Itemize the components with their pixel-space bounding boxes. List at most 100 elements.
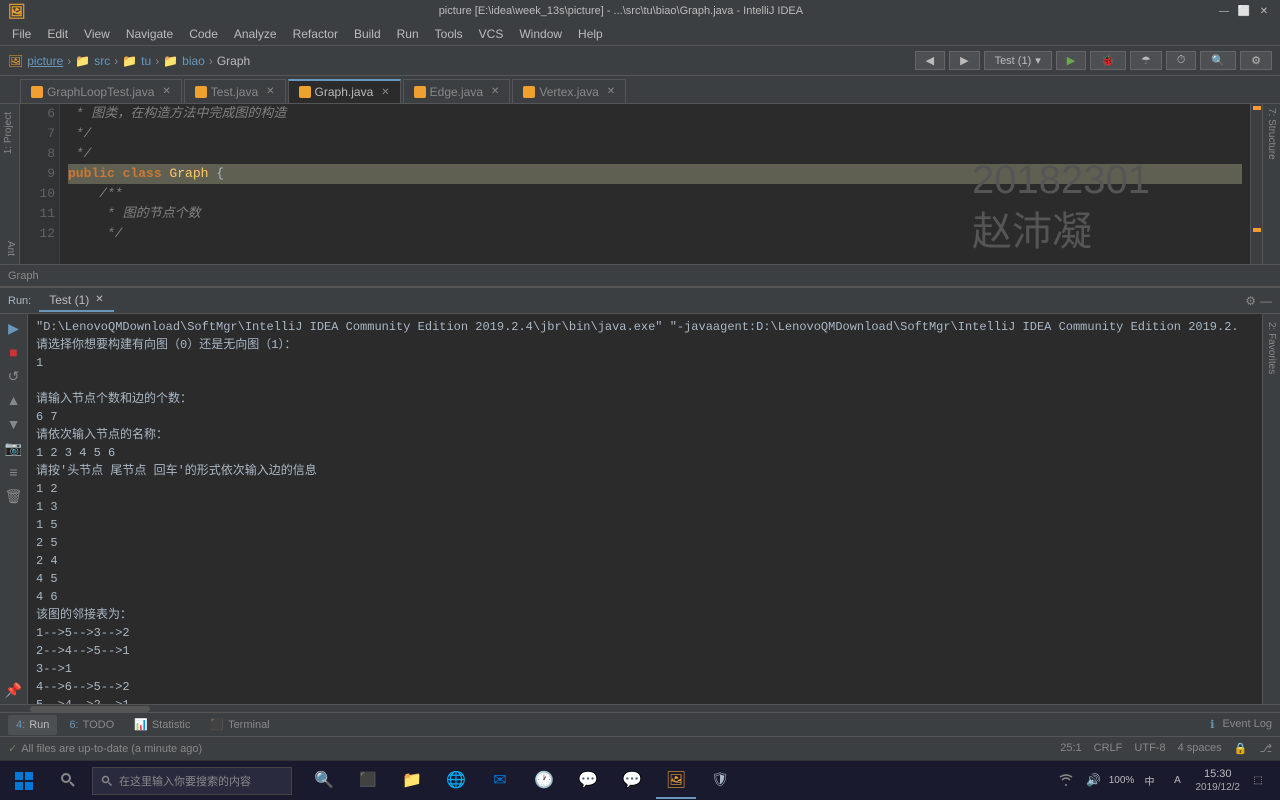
coverage-button[interactable]: ☂	[1130, 51, 1162, 70]
line-endings[interactable]: CRLF	[1094, 742, 1123, 755]
run-scroll-down-button[interactable]: ▼	[4, 414, 24, 434]
menu-window[interactable]: Window	[511, 25, 570, 43]
run-out-6: 请依次输入节点的名称：	[36, 426, 1254, 444]
menu-refactor[interactable]: Refactor	[285, 25, 346, 43]
taskbar-right: 🔊 100% 中 A 15:30 2019/12/2 ⬚	[1056, 767, 1277, 794]
volume-icon[interactable]: 🔊	[1084, 770, 1104, 790]
tab-close-graph[interactable]: ✕	[381, 87, 389, 98]
run-config-dropdown[interactable]: Test (1) ▾	[984, 51, 1052, 70]
bottom-tab-statistic[interactable]: 📊 Statistic	[126, 715, 198, 735]
tab-graphlooptest[interactable]: GraphLoopTest.java ✕	[20, 79, 182, 103]
taskbar-mail[interactable]: ✉	[480, 763, 520, 799]
bottom-right-icons: ℹ Event Log	[1210, 718, 1272, 731]
run-camera-button[interactable]: 📷	[4, 438, 24, 458]
taskbar-cortana[interactable]: 🔍	[304, 763, 344, 799]
battery-icon[interactable]: 100%	[1112, 770, 1132, 790]
ant-panel-label[interactable]: Ant	[0, 233, 19, 264]
run-scroll-up-button[interactable]: ▲	[4, 390, 24, 410]
run-out-19: 3-->1	[36, 660, 1254, 678]
menu-run[interactable]: Run	[389, 25, 427, 43]
menu-code[interactable]: Code	[181, 25, 226, 43]
taskbar-clock[interactable]: 🕐	[524, 763, 564, 799]
menu-tools[interactable]: Tools	[427, 25, 471, 43]
run-tab-test1[interactable]: Test (1) ✕	[39, 290, 113, 312]
structure-panel[interactable]: 7: Structure	[1262, 104, 1280, 264]
project-panel-label[interactable]: 1: Project	[0, 104, 19, 162]
tab-vertex[interactable]: Vertex.java ✕	[512, 79, 626, 103]
src-name[interactable]: src	[94, 54, 110, 68]
taskbar-windows-security[interactable]: 🛡	[700, 763, 740, 799]
bottom-tab-run[interactable]: 4: Run	[8, 715, 57, 735]
run-panel-settings[interactable]: ⚙	[1245, 294, 1256, 308]
taskbar-intellij[interactable]: 🖼	[656, 763, 696, 799]
show-desktop-button[interactable]: ⬚	[1248, 770, 1268, 790]
menu-build[interactable]: Build	[346, 25, 389, 43]
tab-close-graphlooptest[interactable]: ✕	[162, 86, 170, 97]
run-play-button[interactable]: ▶	[4, 318, 24, 338]
menu-file[interactable]: File	[4, 25, 39, 43]
menu-vcs[interactable]: VCS	[471, 25, 512, 43]
taskbar-explorer[interactable]: 📁	[392, 763, 432, 799]
taskbar-edge[interactable]: 🌐	[436, 763, 476, 799]
file-name[interactable]: Graph	[217, 54, 250, 68]
ime-mode[interactable]: A	[1168, 770, 1188, 790]
start-button[interactable]	[4, 763, 44, 799]
keyboard-icon[interactable]: 中	[1140, 770, 1160, 790]
profile-button[interactable]: ⏱	[1166, 51, 1197, 70]
tu-folder: 📁	[122, 54, 137, 68]
project-name[interactable]: picture	[27, 54, 63, 68]
cursor-position[interactable]: 25:1	[1060, 742, 1081, 755]
search-everywhere-button[interactable]: 🔍	[1200, 51, 1236, 70]
menu-edit[interactable]: Edit	[39, 25, 76, 43]
security-icon: 🛡	[711, 771, 729, 788]
run-wrap-button[interactable]: ≡	[4, 462, 24, 482]
clock-date: 2019/12/2	[1196, 781, 1241, 794]
run-rerun-button[interactable]: ↺	[4, 366, 24, 386]
file-encoding[interactable]: UTF-8	[1134, 742, 1165, 755]
maximize-button[interactable]: ⬜	[1236, 3, 1252, 19]
run-output-scrollbar[interactable]	[0, 704, 1280, 712]
network-icon[interactable]	[1056, 770, 1076, 790]
search-placeholder: 在这里输入你要搜索的内容	[119, 773, 251, 789]
taskbar-search-bar[interactable]: 在这里输入你要搜索的内容	[92, 767, 292, 795]
run-output[interactable]: "D:\LenovoQMDownload\SoftMgr\IntelliJ ID…	[28, 314, 1262, 704]
code-editor[interactable]: * 图类，在构造方法中完成图的构造 */ */ public class Gra…	[60, 104, 1250, 264]
menu-navigate[interactable]: Navigate	[118, 25, 181, 43]
close-button[interactable]: ✕	[1256, 3, 1272, 19]
menu-analyze[interactable]: Analyze	[226, 25, 285, 43]
tab-close-vertex[interactable]: ✕	[607, 86, 615, 97]
run-out-11: 1 5	[36, 516, 1254, 534]
run-clear-button[interactable]: 🗑	[4, 486, 24, 506]
bottom-tab-todo[interactable]: 6: TODO	[61, 715, 122, 735]
tab-graph[interactable]: Graph.java ✕	[288, 79, 401, 103]
indent-info[interactable]: 4 spaces	[1178, 742, 1222, 755]
taskbar-wechat-moments[interactable]: 💬	[568, 763, 608, 799]
editor-scrollbar[interactable]	[1250, 104, 1262, 264]
run-forward-button[interactable]: ▶	[949, 51, 979, 70]
debug-button[interactable]: 🐞	[1090, 51, 1126, 70]
system-clock[interactable]: 15:30 2019/12/2	[1196, 767, 1241, 794]
run-panel-minimize[interactable]: —	[1260, 294, 1272, 308]
minimize-button[interactable]: —	[1216, 3, 1232, 19]
menu-help[interactable]: Help	[570, 25, 611, 43]
favorites-panel[interactable]: 2: Favorites	[1262, 314, 1280, 704]
run-tab-close[interactable]: ✕	[95, 294, 103, 305]
run-back-button[interactable]: ◀	[915, 51, 945, 70]
taskbar-task-view[interactable]: ⬛	[348, 763, 388, 799]
settings-button[interactable]: ⚙	[1240, 51, 1272, 70]
event-log-label[interactable]: Event Log	[1222, 718, 1272, 731]
event-log-icon[interactable]: ℹ	[1210, 718, 1214, 731]
tab-close-test[interactable]: ✕	[266, 86, 274, 97]
tab-test[interactable]: Test.java ✕	[184, 79, 286, 103]
run-button[interactable]: ▶	[1056, 51, 1086, 70]
tab-edge[interactable]: Edge.java ✕	[403, 79, 511, 103]
tu-name[interactable]: tu	[141, 54, 151, 68]
tab-close-edge[interactable]: ✕	[491, 86, 499, 97]
run-pin-button[interactable]: 📌	[4, 680, 24, 700]
menu-view[interactable]: View	[76, 25, 118, 43]
biao-name[interactable]: biao	[182, 54, 205, 68]
run-stop-button[interactable]: ■	[4, 342, 24, 362]
taskbar-wechat[interactable]: 💬	[612, 763, 652, 799]
bottom-tab-terminal[interactable]: ⬛ Terminal	[202, 715, 277, 735]
taskbar-search[interactable]	[48, 763, 88, 799]
